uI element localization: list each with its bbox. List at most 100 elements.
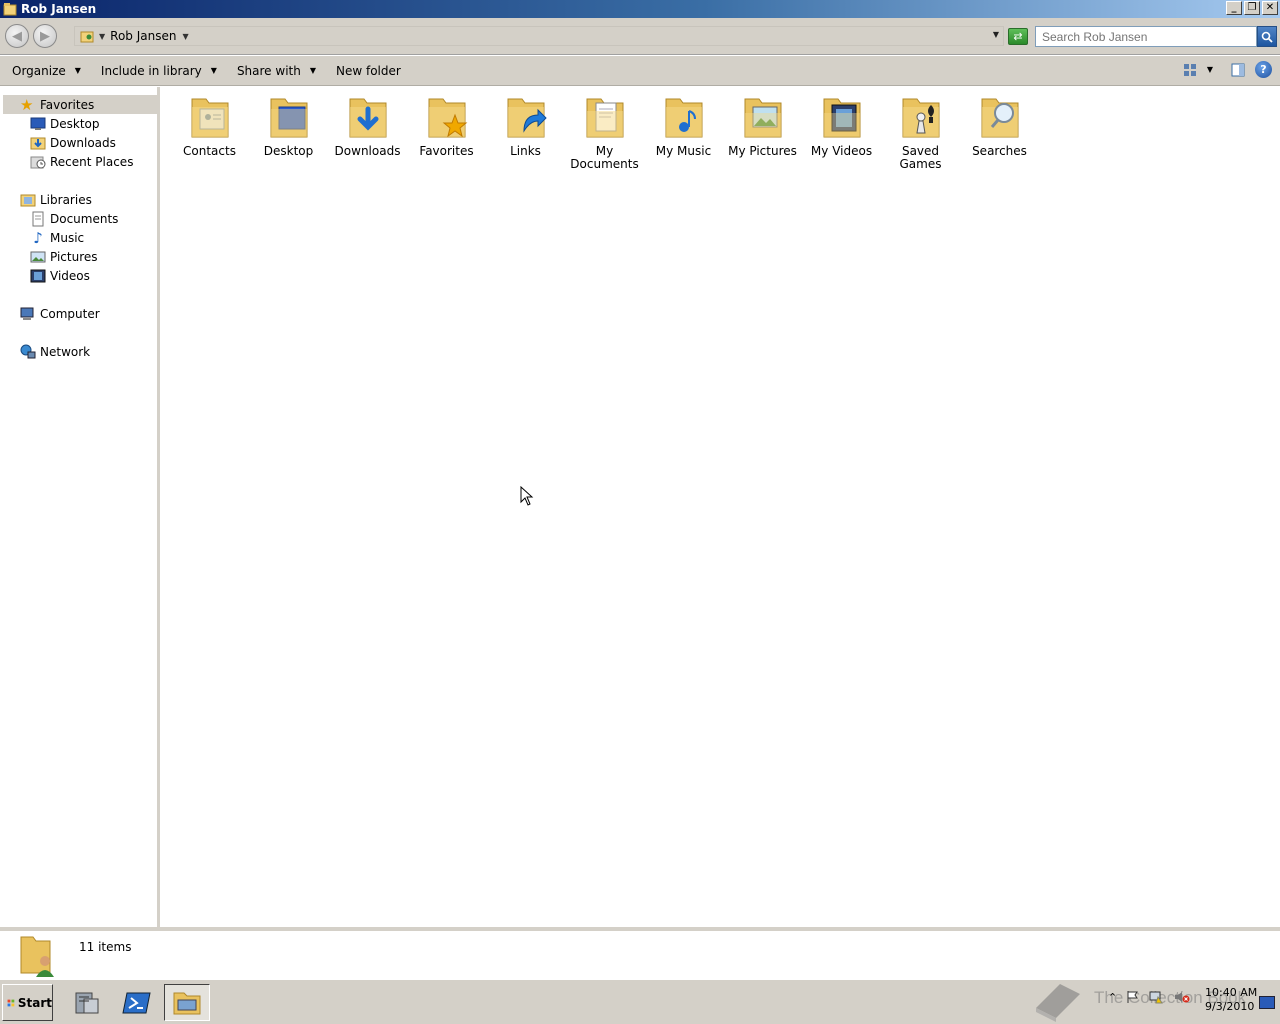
- address-bar[interactable]: ▼ Rob Jansen ▼ ▼: [74, 26, 1004, 46]
- videos-icon: [30, 269, 46, 282]
- organize-button[interactable]: Organize ▼: [12, 64, 81, 78]
- folder-label: My Documents: [570, 144, 639, 171]
- nav-desktop-label: Desktop: [50, 116, 100, 131]
- navigation-pane: ★ Favorites Desktop Downloads Recent Pla…: [0, 87, 157, 927]
- folder-my-pictures[interactable]: My Pictures: [723, 93, 802, 158]
- server-manager-icon: [75, 992, 99, 1013]
- folder-desktop[interactable]: Desktop: [249, 93, 328, 158]
- desktop-icon: [30, 117, 46, 130]
- folder-searches[interactable]: Searches: [960, 93, 1039, 158]
- view-options-chevron-icon[interactable]: ▼: [1207, 65, 1213, 74]
- show-hidden-icons-icon[interactable]: ⌃: [1108, 991, 1117, 1004]
- powershell-icon: [122, 992, 151, 1013]
- folder-my-music[interactable]: My Music: [644, 93, 723, 158]
- action-center-flag-icon[interactable]: [1126, 990, 1140, 1004]
- file-list: Contacts Desktop Downloads Favorites Lin…: [160, 87, 1280, 927]
- command-bar: Organize ▼ Include in library ▼ Share wi…: [0, 56, 1280, 86]
- searches-folder-icon: [981, 98, 1018, 138]
- folder-label: My Videos: [810, 144, 873, 158]
- windows-logo-icon: [7, 999, 15, 1006]
- nav-favorites[interactable]: ★ Favorites: [3, 95, 157, 114]
- clock-date: 9/3/2010: [1205, 1000, 1255, 1013]
- explorer-folder-icon: [173, 992, 201, 1014]
- include-in-library-button[interactable]: Include in library ▼: [101, 64, 217, 78]
- nav-network[interactable]: Network: [20, 342, 90, 361]
- folder-my-videos[interactable]: My Videos: [802, 93, 881, 158]
- nav-recent-places[interactable]: Recent Places: [30, 152, 133, 171]
- folder-favorites[interactable]: Favorites: [407, 93, 486, 158]
- folder-downloads[interactable]: Downloads: [328, 93, 407, 158]
- chevron-down-icon[interactable]: ▼: [182, 32, 188, 41]
- folder-contacts[interactable]: Contacts: [170, 93, 249, 158]
- title-bar: Rob Jansen _ ❐ ✕: [0, 0, 1280, 18]
- pictures-icon: [30, 251, 46, 262]
- nav-network-label: Network: [40, 344, 91, 359]
- nav-documents[interactable]: Documents: [30, 209, 118, 228]
- nav-favorites-label: Favorites: [40, 97, 95, 112]
- volume-muted-icon[interactable]: [1174, 990, 1190, 1004]
- nav-pictures[interactable]: Pictures: [30, 247, 98, 266]
- folder-label: Contacts: [183, 144, 236, 158]
- start-button[interactable]: Start: [2, 984, 53, 1021]
- nav-downloads[interactable]: Downloads: [30, 133, 116, 152]
- nav-recent-places-label: Recent Places: [50, 154, 134, 169]
- show-desktop-button[interactable]: [1259, 996, 1275, 1009]
- network-tray-icon[interactable]: [1149, 990, 1165, 1004]
- arrow-left-icon: ◀: [12, 28, 22, 44]
- chevron-down-icon: ▼: [74, 66, 81, 75]
- nav-libraries-label: Libraries: [40, 192, 92, 207]
- clock[interactable]: 10:40 AM 9/3/2010: [1205, 986, 1257, 1014]
- taskbar-server-manager[interactable]: [64, 984, 110, 1021]
- computer-icon: [20, 307, 34, 320]
- taskbar-windows-explorer[interactable]: [164, 984, 210, 1021]
- folder-label: Links: [510, 144, 541, 158]
- window-title: Rob Jansen: [21, 2, 97, 16]
- nav-pictures-label: Pictures: [50, 249, 98, 264]
- organize-label: Organize: [12, 63, 66, 78]
- folder-label: My Music: [655, 144, 712, 158]
- change-view-icon[interactable]: [1183, 63, 1197, 77]
- nav-documents-label: Documents: [50, 211, 119, 226]
- chevron-down-icon[interactable]: ▼: [99, 32, 105, 41]
- nav-videos[interactable]: Videos: [30, 266, 90, 285]
- taskbar-powershell[interactable]: [114, 984, 160, 1021]
- libraries-icon: [20, 194, 36, 206]
- music-folder-icon: [665, 98, 702, 138]
- back-button[interactable]: ◀: [5, 24, 29, 48]
- refresh-icon: ⇄: [1013, 30, 1023, 43]
- search-input[interactable]: [1035, 26, 1257, 47]
- address-row: ◀ ▶ ▼ Rob Jansen ▼ ▼ ⇄: [0, 18, 1280, 55]
- restore-button[interactable]: ❐: [1244, 1, 1260, 15]
- nav-computer[interactable]: Computer: [20, 304, 100, 323]
- folder-saved-games[interactable]: Saved Games: [881, 93, 960, 171]
- address-dropdown-icon[interactable]: ▼: [993, 30, 999, 39]
- refresh-button[interactable]: ⇄: [1008, 28, 1028, 45]
- nav-libraries[interactable]: Libraries: [20, 190, 92, 209]
- forward-button[interactable]: ▶: [33, 24, 57, 48]
- system-tray: ⌃: [1108, 990, 1190, 1004]
- new-folder-label: New folder: [336, 63, 401, 78]
- nav-desktop[interactable]: Desktop: [30, 114, 100, 133]
- folder-links[interactable]: Links: [486, 93, 565, 158]
- minimize-button[interactable]: _: [1226, 1, 1242, 15]
- recent-places-icon: [30, 156, 46, 168]
- nav-music[interactable]: ♪ Music: [30, 228, 84, 247]
- start-label: Start: [17, 995, 52, 1010]
- documents-icon: [32, 211, 44, 226]
- breadcrumb-rob-jansen[interactable]: Rob Jansen: [110, 29, 176, 43]
- network-icon: [20, 344, 36, 358]
- folder-icon: [3, 3, 17, 16]
- folder-my-documents[interactable]: My Documents: [565, 93, 644, 171]
- include-in-library-label: Include in library: [100, 63, 202, 78]
- links-folder-icon: [507, 98, 547, 138]
- share-with-button[interactable]: Share with ▼: [237, 64, 316, 78]
- search-button[interactable]: [1257, 26, 1277, 47]
- preview-pane-icon[interactable]: [1231, 63, 1245, 77]
- games-folder-icon: [902, 98, 939, 138]
- close-button[interactable]: ✕: [1262, 1, 1278, 15]
- pictures-folder-icon: [744, 98, 781, 138]
- folder-label: Searches: [972, 144, 1027, 158]
- help-icon[interactable]: ?: [1255, 61, 1272, 78]
- mouse-cursor-icon: [520, 486, 534, 506]
- new-folder-button[interactable]: New folder: [336, 64, 401, 78]
